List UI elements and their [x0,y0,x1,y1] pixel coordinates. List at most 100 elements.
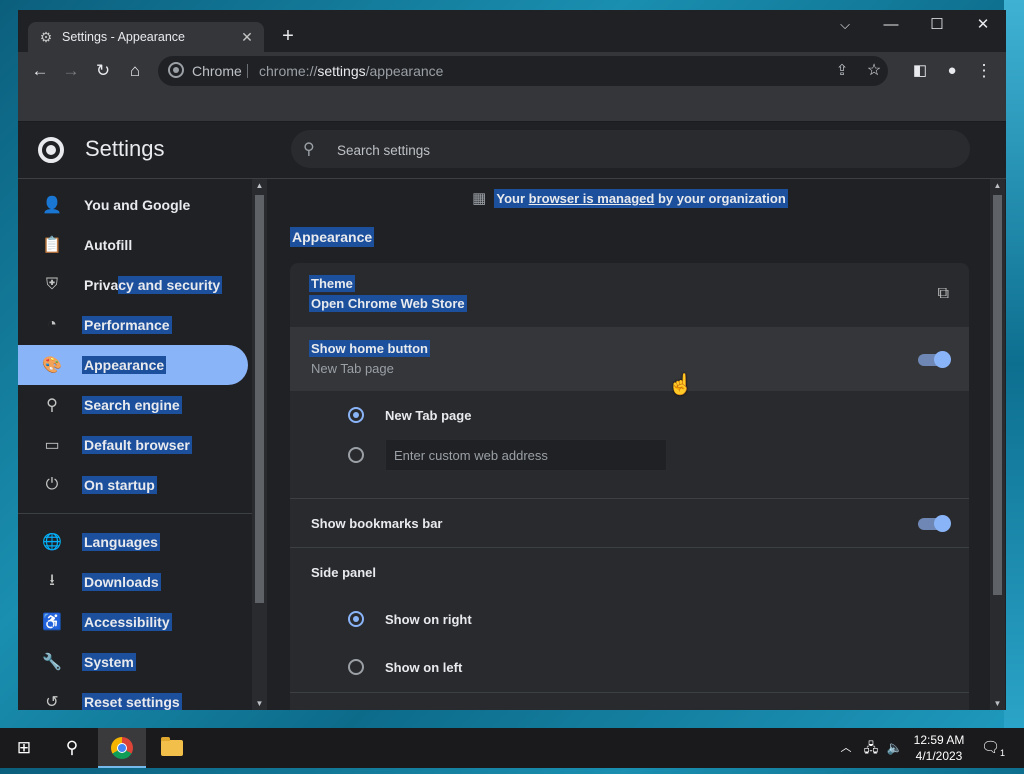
share-icon[interactable]: ⇪ [830,59,854,83]
close-window-button[interactable]: ✕ [960,10,1006,42]
sidebar: 👤 You and Google 📋 Autofill ⛨ Priva cy an… [18,179,252,710]
address-bar[interactable]: Chrome chrome://settings/appearance ⇪ ☆ [158,56,888,86]
main-scrollbar[interactable]: ▲ ▼ [990,179,1005,710]
chrome-window: ⚙ Settings - Appearance ✕ + ⌵ — ☐ ✕ ← → … [18,10,1006,710]
scrollbar-thumb[interactable] [255,195,264,603]
star-icon[interactable]: ☆ [862,59,886,83]
back-arrow-icon[interactable]: ← [28,59,52,83]
power-icon: ⏻ [45,476,59,493]
scroll-up-arrow-icon[interactable]: ▲ [252,181,267,190]
new-tab-page-radio[interactable] [348,407,364,423]
file-explorer-button[interactable] [148,728,196,768]
home-button-toggle[interactable] [918,351,951,368]
home-icon[interactable]: ⌂ [123,59,147,83]
clipboard-icon: 📋 [42,237,62,254]
maximize-button[interactable]: ☐ [914,10,960,42]
menu-icon[interactable]: ⋮ [972,59,996,83]
notifications-icon[interactable]: 🗨1 [978,728,1008,768]
theme-title: Theme [309,275,355,292]
side-panel-row: Side panel [290,548,969,596]
shield-icon: ⛨ [45,276,58,293]
sidebar-item-system[interactable]: 🔧 System [18,642,248,682]
managed-link[interactable]: browser is managed [529,191,655,206]
side-panel-icon[interactable]: ◧ [908,59,932,83]
system-clock[interactable]: 12:59 AM 4/1/2023 [906,732,972,764]
sidebar-item-search-engine[interactable]: ⚲ Search engine [18,385,248,425]
show-on-right-radio[interactable] [348,611,364,627]
bookmarks-bar-toggle[interactable] [918,515,951,532]
sidebar-item-label: On startup [82,476,157,494]
search-input[interactable] [335,130,939,170]
section-title: Appearance [290,227,375,247]
restore-icon: ↺ [45,694,59,710]
search-box[interactable]: ⚲ [291,130,970,170]
minimize-button[interactable]: — [868,10,914,42]
reload-icon[interactable]: ↻ [91,59,115,83]
sidebar-item-label: Reset settings [82,693,182,710]
tab-settings[interactable]: ⚙ Settings - Appearance ✕ [28,22,264,52]
network-icon[interactable]: 🖧 [860,728,882,768]
download-icon: ⭳ [49,571,55,589]
sidebar-item-label: Performance [82,316,172,334]
scroll-up-arrow-icon[interactable]: ▲ [990,181,1005,190]
side-panel-title: Side panel [311,565,377,580]
new-tab-button[interactable]: + [276,24,300,48]
custom-address-radio[interactable] [348,447,364,463]
sidebar-item-label-part: Priva [84,277,119,293]
home-button-row[interactable]: Show home button New Tab page [290,327,969,391]
theme-row[interactable]: Theme Open Chrome Web Store ⧉ [290,263,969,327]
sidebar-item-accessibility[interactable]: ♿ Accessibility [18,602,248,642]
tab-search-icon[interactable]: ⌵ [822,10,868,42]
sidebar-item-label: System [82,653,136,671]
volume-icon[interactable]: 🔈 [884,728,906,768]
palette-icon: 🎨 [42,357,62,374]
sidebar-item-languages[interactable]: 🌐 Languages [18,522,248,562]
page-title: Settings [85,136,165,161]
search-icon[interactable]: ⚲ [48,728,96,768]
clock-time: 12:59 AM [913,733,965,747]
windows-start-icon[interactable]: ⊞ [0,728,48,768]
sidebar-item-privacy-and-security[interactable]: ⛨ Priva cy and security [18,265,248,305]
search-icon: ⚲ [303,141,315,158]
managed-prefix: Your [496,191,529,206]
forward-arrow-icon[interactable]: → [59,59,83,83]
sidebar-item-default-browser[interactable]: ▭ Default browser [18,425,248,465]
bookmarks-bar-title: Show bookmarks bar [311,516,443,531]
sidebar-item-label: Default browser [82,436,192,454]
tab-title: Settings - Appearance [62,30,185,44]
sidebar-item-on-startup[interactable]: ⏻ On startup [18,465,248,505]
sidebar-item-autofill[interactable]: 📋 Autofill [18,225,248,265]
home-button-subtitle: New Tab page [311,361,394,376]
sidebar-item-reset-settings[interactable]: ↺ Reset settings [18,682,248,710]
tray-chevron-icon[interactable]: ︿ [836,728,856,768]
scroll-down-arrow-icon[interactable]: ▼ [990,699,1005,708]
show-on-left-radio[interactable] [348,659,364,675]
scrollbar-thumb[interactable] [993,195,1002,595]
sidebar-scrollbar[interactable]: ▲ ▼ [252,179,267,710]
url-path: /appearance [365,63,444,79]
sidebar-item-performance[interactable]: ◔ Performance [18,305,248,345]
browser-icon: ▭ [44,437,60,454]
sidebar-item-appearance[interactable]: 🎨 Appearance [18,345,248,385]
toolbar: ← → ↻ ⌂ Chrome chrome://settings/appeara… [18,52,1006,90]
divider [290,692,969,693]
sidebar-item-downloads[interactable]: ⭳ Downloads [18,562,248,602]
external-link-icon[interactable]: ⧉ [938,285,949,303]
bookmarks-bar-row[interactable]: Show bookmarks bar [290,499,969,547]
toggle-knob [934,351,951,368]
accessibility-icon: ♿ [42,614,62,631]
sidebar-item-label: You and Google [84,197,191,213]
custom-address-input[interactable] [385,439,667,471]
omnibox-chip: Chrome [192,63,242,79]
omnibox-divider [247,64,248,78]
tab-close-icon[interactable]: ✕ [236,29,258,46]
chrome-taskbar-button[interactable] [98,728,146,768]
url-host: settings [317,63,366,79]
profile-icon[interactable]: ● [940,59,964,83]
hand-cursor-icon: ☝ [668,374,693,396]
sidebar-item-you-and-google[interactable]: 👤 You and Google [18,185,248,225]
sidebar-item-label: Search engine [82,396,182,414]
scroll-down-arrow-icon[interactable]: ▼ [252,699,267,708]
toggle-knob [934,515,951,532]
sidebar-item-label: Appearance [82,356,167,374]
